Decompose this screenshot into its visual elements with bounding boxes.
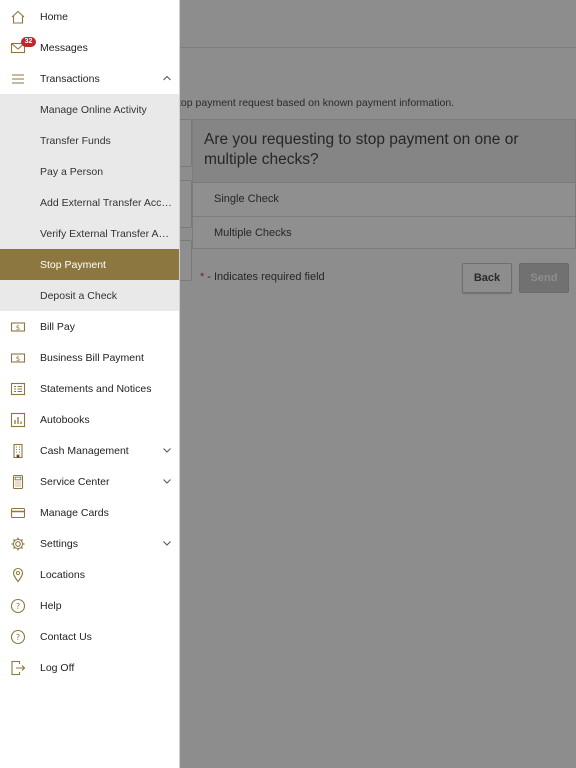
submenu-label-stop-payment: Stop Payment — [40, 258, 106, 271]
submenu-label-add-external: Add External Transfer Acco... — [40, 196, 172, 209]
chevron-up-icon[interactable] — [162, 73, 172, 83]
side-menu: Home 32 Messages Transactions Manage Onl… — [0, 0, 180, 768]
single-check-option[interactable]: Single Check — [193, 182, 575, 216]
menu-item-bill-pay[interactable]: $ Bill Pay — [0, 311, 179, 342]
svg-text:$: $ — [16, 324, 20, 332]
menu-item-log-off[interactable]: Log Off — [0, 652, 179, 683]
menu-label-manage-cards: Manage Cards — [40, 506, 109, 519]
credit-card-icon — [10, 505, 26, 521]
building-icon — [10, 443, 26, 459]
menu-item-settings[interactable]: Settings — [0, 528, 179, 559]
dollar-bill-icon: $ — [10, 319, 26, 335]
menu-item-cash-management[interactable]: Cash Management — [0, 435, 179, 466]
menu-item-autobooks[interactable]: Autobooks — [0, 404, 179, 435]
check-type-panel: Are you requesting to stop payment on on… — [192, 119, 576, 249]
menu-label-transactions: Transactions — [40, 72, 100, 85]
menu-item-service-center[interactable]: Service Center — [0, 466, 179, 497]
submenu-label-deposit-check: Deposit a Check — [40, 289, 118, 302]
home-icon — [10, 9, 26, 25]
submenu-label-manage-online-activity: Manage Online Activity — [40, 103, 147, 116]
menu-label-help: Help — [40, 599, 62, 612]
menu-item-business-bill-payment[interactable]: $ Business Bill Payment — [0, 342, 179, 373]
chevron-down-icon[interactable] — [162, 476, 172, 486]
calculator-icon — [10, 474, 26, 490]
submenu-verify-external-transfer-account[interactable]: Verify External Transfer Acc... — [0, 218, 179, 249]
menu-item-locations[interactable]: Locations — [0, 559, 179, 590]
menu-label-locations: Locations — [40, 568, 85, 581]
check-type-question: Are you requesting to stop payment on on… — [193, 120, 575, 182]
menu-item-home[interactable]: Home — [0, 1, 179, 32]
svg-text:$: $ — [16, 355, 20, 363]
submenu-pay-a-person[interactable]: Pay a Person — [0, 156, 179, 187]
menu-item-contact-us[interactable]: ? Contact Us — [0, 621, 179, 652]
back-button[interactable]: Back — [462, 263, 512, 293]
menu-label-messages: Messages — [40, 41, 88, 54]
required-field-note: * - Indicates required field — [200, 271, 325, 283]
submenu-deposit-a-check[interactable]: Deposit a Check — [0, 280, 179, 311]
log-off-icon — [10, 660, 26, 676]
menu-label-settings: Settings — [40, 537, 78, 550]
chevron-down-icon[interactable] — [162, 445, 172, 455]
gear-icon — [10, 536, 26, 552]
menu-label-contact-us: Contact Us — [40, 630, 92, 643]
menu-label-autobooks: Autobooks — [40, 413, 90, 426]
menu-label-log-off: Log Off — [40, 661, 75, 674]
submenu-label-transfer-funds: Transfer Funds — [40, 134, 111, 147]
menu-item-statements[interactable]: Statements and Notices — [0, 373, 179, 404]
submenu-stop-payment[interactable]: Stop Payment — [0, 249, 179, 280]
svg-text:?: ? — [16, 633, 20, 642]
menu-label-statements: Statements and Notices — [40, 382, 152, 395]
menu-item-transactions[interactable]: Transactions — [0, 63, 179, 94]
map-pin-icon — [10, 567, 26, 583]
list-icon — [10, 71, 26, 87]
menu-label-business-bill-payment: Business Bill Payment — [40, 351, 144, 364]
menu-item-manage-cards[interactable]: Manage Cards — [0, 497, 179, 528]
required-note-text: - Indicates required field — [207, 271, 325, 283]
help-icon: ? — [10, 598, 26, 614]
send-button[interactable]: Send — [519, 263, 569, 293]
chevron-down-icon[interactable] — [162, 538, 172, 548]
menu-label-bill-pay: Bill Pay — [40, 320, 76, 333]
page-description: top payment request based on known payme… — [178, 97, 455, 109]
messages-count-badge: 32 — [21, 37, 36, 47]
menu-item-help[interactable]: ? Help — [0, 590, 179, 621]
bar-chart-icon — [10, 412, 26, 428]
multiple-checks-option[interactable]: Multiple Checks — [193, 216, 575, 250]
menu-label-cash-management: Cash Management — [40, 444, 129, 457]
menu-item-messages[interactable]: 32 Messages — [0, 32, 179, 63]
menu-label-service-center: Service Center — [40, 475, 110, 488]
submenu-manage-online-activity[interactable]: Manage Online Activity — [0, 94, 179, 125]
dollar-bill-icon: $ — [10, 350, 26, 366]
required-star: * — [200, 271, 205, 283]
statement-icon — [10, 381, 26, 397]
menu-label-home: Home — [40, 10, 69, 23]
submenu-add-external-transfer-account[interactable]: Add External Transfer Acco... — [0, 187, 179, 218]
question-circle-icon: ? — [10, 629, 26, 645]
svg-text:?: ? — [16, 602, 20, 611]
submenu-transfer-funds[interactable]: Transfer Funds — [0, 125, 179, 156]
submenu-label-verify-external: Verify External Transfer Acc... — [40, 227, 172, 240]
submenu-label-pay-a-person: Pay a Person — [40, 165, 104, 178]
